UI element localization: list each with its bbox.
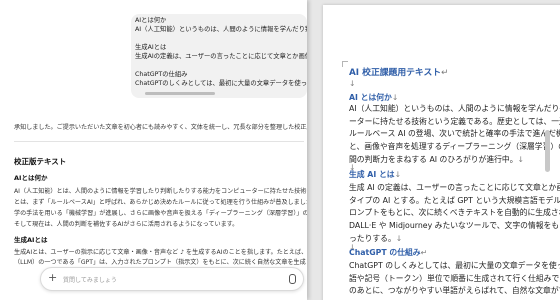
paragraph-mark: ↓ xyxy=(395,234,403,243)
paragraph-mark: ↓ xyxy=(391,93,399,102)
section-title: AIとは何か xyxy=(14,174,48,182)
document-heading: AI とは何か↓ xyxy=(349,92,398,103)
line-text: ーターに持たせる技術という定義である。歴史としては、一連のル xyxy=(349,117,560,126)
document-line: タイプの AI とする。たとえば GPT という大規模言語モデル（LLM xyxy=(349,195,560,206)
document-line: AI（人工知能）というものは、人間のように情報を学んだり判断す xyxy=(349,103,560,114)
user-message-bubble: AIとは何か AI（人工知能）というものは、人間のように情報を学んだり判断 生成AI… xyxy=(131,14,307,98)
line-text: 間の判断力をまねする AI のひろがりが進行中。 xyxy=(349,155,518,164)
document-heading: 生成 AI とは↓ xyxy=(349,169,401,180)
document-line: ロンプトをもとに、次に続くべきテキストを自動的に生成されるも xyxy=(349,207,560,218)
line-text: DALL·E や Midjourney みたいなツールで、文字の情報をもとにイ xyxy=(349,221,560,230)
paragraph-mark: ↓ xyxy=(517,155,525,164)
document-scrollbar[interactable] xyxy=(545,130,550,172)
chat-panel: AIとは何か AI（人工知能）というものは、人間のように情報を学んだり判断 生成AI… xyxy=(0,0,307,300)
document-line: 語や記号（トークン）単位で順番に生成されて行く仕組みである。 xyxy=(349,273,560,284)
bubble-line: ChatGPTの仕組み xyxy=(135,71,188,78)
paragraph-mark: ↵ xyxy=(420,248,428,257)
line-text: と、画像や音声を処理するディープラーニング（深層学習）の時 xyxy=(349,142,560,151)
section-title: 生成AIとは xyxy=(14,236,48,244)
bubble-line: 生成AIの定義は、ユーザーの言ったことに応じて文章とか画像や xyxy=(135,53,307,60)
section-line: 学の手法を用いる「機械学習」が進展し、さらに画像や音声を扱える「ディープラーニン… xyxy=(14,210,307,217)
line-text: AI とは何か xyxy=(349,93,392,102)
microphone-icon[interactable] xyxy=(289,274,296,284)
document-line: ↓ xyxy=(349,79,356,88)
document-line: ルールベース AI の登場、次いで統計と確率の手法で進んだ機械学 xyxy=(349,128,560,139)
line-text: AI（人工知能）というものは、人間のように情報を学んだり判断す xyxy=(349,104,560,113)
line-text: 語や記号（トークン）単位で順番に生成されて行く仕組みである。 xyxy=(349,274,560,283)
paragraph-mark: ↵ xyxy=(441,68,449,78)
section-line: とは、まず「ルールベースAI」と呼ばれ、あらかじめ決めたルールに従って処理を行う… xyxy=(14,199,307,206)
line-text: のあとに、つながりやすい単語がえらばれて、自然な文章ができあ xyxy=(349,286,560,295)
line-text: 生成 AI の定義は、ユーザーの言ったことに応じて文章とか画像や xyxy=(349,183,560,192)
bubble-line: AI（人工知能）というものは、人間のように情報を学んだり判断 xyxy=(135,26,307,33)
document-line: ーターに持たせる技術という定義である。歴史としては、一連のル xyxy=(349,116,560,127)
line-text: AI 校正課題用テキスト xyxy=(349,68,442,78)
chat-input[interactable]: + 質問してみましょう xyxy=(40,267,304,291)
document-line: 間の判断力をまねする AI のひろがりが進行中。↓ xyxy=(349,154,524,165)
document-window: AI 校正課題用テキスト↵ ↓ AI とは何か↓ AI（人工知能）というものは、人間の… xyxy=(307,0,560,300)
assistant-intro: 承知しました。ご提示いただいた文章を初心者にも読みやすく、文体を統一し、冗長な部… xyxy=(14,124,307,131)
bubble-scrollbar[interactable] xyxy=(145,92,215,95)
document-line: ったりする。↓ xyxy=(349,233,402,244)
line-text: ルールベース AI の登場、次いで統計と確率の手法で進んだ機械学 xyxy=(349,129,560,138)
section-line: そして現在は、人間の判断を補佐するAIがさらに活用されるようになっています。 xyxy=(14,221,239,228)
document-line: DALL·E や Midjourney みたいなツールで、文字の情報をもとにイ xyxy=(349,220,560,231)
bubble-line: AIとは何か xyxy=(135,17,167,24)
document-line: のあとに、つながりやすい単語がえらばれて、自然な文章ができあ xyxy=(349,285,560,296)
document-line: と、画像や音声を処理するディープラーニング（深層学習）の時 xyxy=(349,141,560,152)
paragraph-mark: ↓ xyxy=(349,79,356,88)
document-heading: ChatGPT の仕組み↵ xyxy=(349,247,427,258)
bubble-line: ChatGPTのしくみとしては、最初に大量の文章データを使って学習 xyxy=(135,80,307,87)
section-line: AI（人工知能）とは、人間のように情報を学習したり判断したりする能力をコンピュー… xyxy=(14,188,307,195)
line-text: 生成 AI とは xyxy=(349,170,395,179)
line-text: ChatGPT の仕組み xyxy=(349,248,421,257)
response-heading: 校正版テキスト xyxy=(14,157,67,166)
document-line: 生成 AI の定義は、ユーザーの言ったことに応じて文章とか画像や xyxy=(349,182,560,193)
section-line: （LLM）の一つである「GPT」は、入力されたプロンプト（指示文）をもとに、次に… xyxy=(14,259,307,266)
document-heading: AI 校正課題用テキスト↵ xyxy=(349,65,448,78)
line-text: タイプの AI とする。たとえば GPT という大規模言語モデル（LLM xyxy=(349,196,560,205)
document-page[interactable]: AI 校正課題用テキスト↵ ↓ AI とは何か↓ AI（人工知能）というものは、人間の… xyxy=(323,5,560,300)
input-placeholder: 質問してみましょう xyxy=(63,277,117,284)
line-text: ChatGPT のしくみとしては、最初に大量の文章データを使って学 xyxy=(349,261,560,270)
section-line: 生成AIとは、ユーザーの指示に応じて文章・画像・音声など ♪ を生成するAIのこ… xyxy=(14,249,307,256)
document-line: ChatGPT のしくみとしては、最初に大量の文章データを使って学 xyxy=(349,260,560,271)
line-text: ったりする。 xyxy=(349,234,396,243)
bubble-line: 生成AIとは xyxy=(135,44,167,51)
paragraph-mark: ↓ xyxy=(394,170,402,179)
divider xyxy=(14,141,304,142)
plus-icon[interactable]: + xyxy=(48,271,57,284)
margin-corner-mark xyxy=(342,61,348,67)
line-text: ロンプトをもとに、次に続くべきテキストを自動的に生成されるも xyxy=(349,208,560,217)
